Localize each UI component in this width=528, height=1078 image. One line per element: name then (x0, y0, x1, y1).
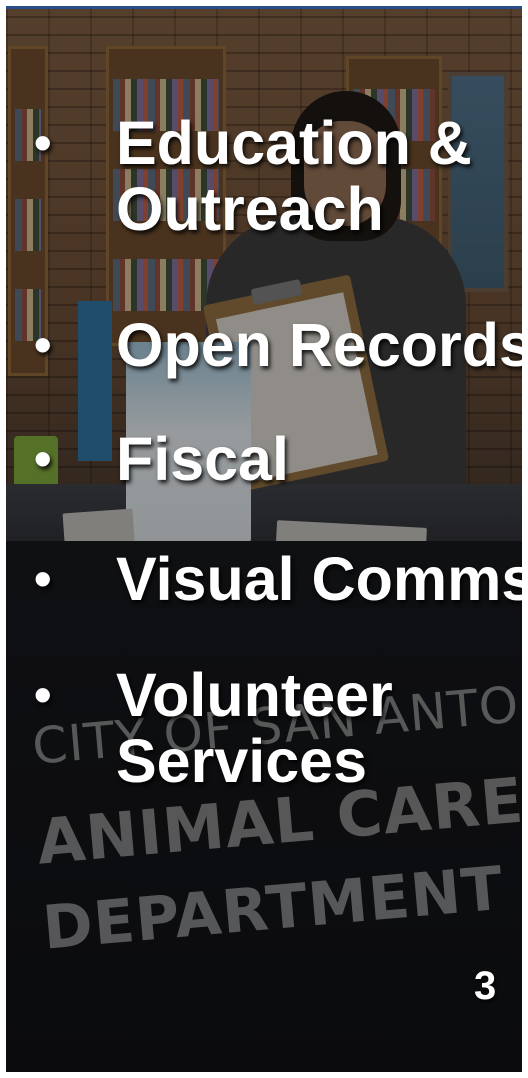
bullet-text: Volunteer Services (116, 661, 393, 795)
bullet-marker: • (34, 667, 52, 723)
bullet-marker: • (34, 431, 52, 487)
bullet-text: Fiscal (116, 425, 289, 493)
bullet-text: Visual Comms (116, 545, 522, 613)
bullet-marker: • (34, 317, 52, 373)
bullet-text: Open Records (116, 311, 522, 379)
bullet-text: Education & Outreach (116, 109, 472, 243)
bullet-marker: • (34, 551, 52, 607)
slide: CITY OF SAN ANTONIO ANIMAL CARE SERVICES… (6, 6, 522, 1072)
bullet-marker: • (34, 115, 52, 171)
top-accent-strip (6, 6, 522, 9)
slide-page-number: 3 (474, 964, 497, 1008)
